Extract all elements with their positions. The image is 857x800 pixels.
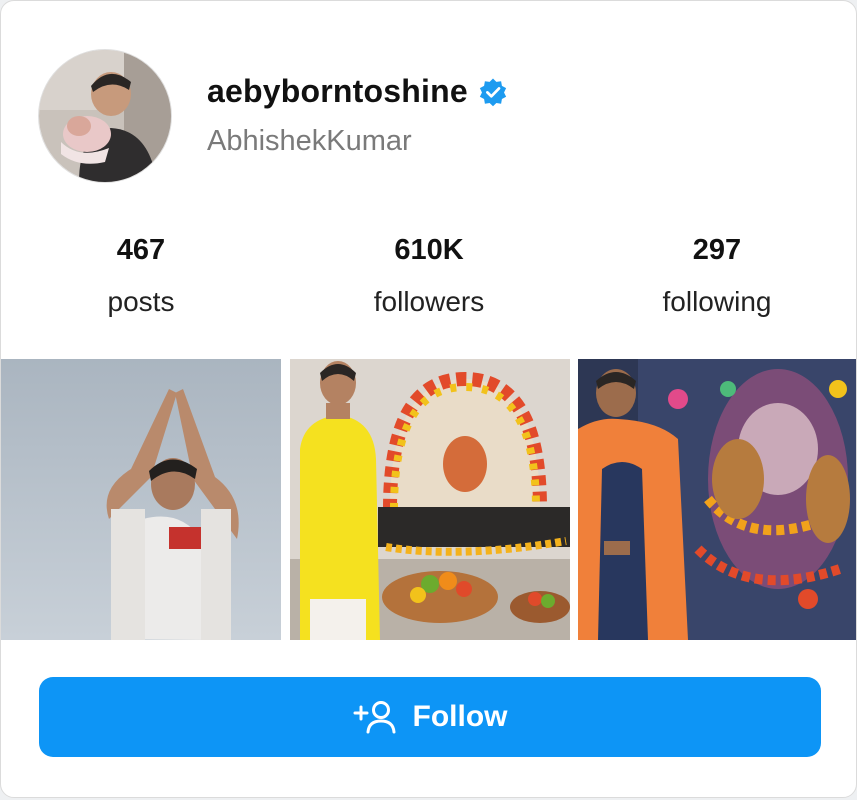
stat-followers-label: followers bbox=[373, 286, 485, 317]
post-thumbnail-2[interactable] bbox=[290, 359, 570, 640]
post-thumbnail-1[interactable] bbox=[1, 359, 281, 640]
post-thumbnail-3[interactable] bbox=[578, 359, 856, 640]
stat-posts-count: 467 bbox=[116, 234, 166, 266]
avatar[interactable] bbox=[38, 49, 172, 183]
follow-button[interactable]: Follow bbox=[39, 677, 821, 757]
post-grid bbox=[1, 359, 856, 640]
photo-man-orange-shawl-ganesh-idol bbox=[578, 359, 856, 640]
stat-followers-count: 610K bbox=[394, 234, 464, 266]
avatar-photo bbox=[39, 50, 171, 182]
add-person-icon bbox=[353, 701, 395, 734]
stat-following-label: following bbox=[662, 286, 772, 317]
profile-card: aebyborntoshine AbhishekKumar 467 posts … bbox=[0, 0, 857, 798]
stat-followers[interactable]: 610K followers bbox=[319, 233, 539, 319]
username-row: aebyborntoshine bbox=[207, 73, 508, 110]
username[interactable]: aebyborntoshine bbox=[207, 73, 468, 110]
stat-posts[interactable]: 467 posts bbox=[31, 233, 251, 319]
photo-man-praying-in-fog bbox=[1, 359, 281, 640]
verified-badge-icon bbox=[479, 78, 506, 106]
stat-following[interactable]: 297 following bbox=[607, 233, 827, 319]
full-name: AbhishekKumar bbox=[207, 125, 412, 157]
photo-man-yellow-kurta-ganesh-altar bbox=[290, 359, 570, 640]
stat-following-count: 297 bbox=[692, 234, 742, 266]
follow-label: Follow bbox=[412, 700, 508, 733]
stat-posts-label: posts bbox=[107, 286, 175, 317]
